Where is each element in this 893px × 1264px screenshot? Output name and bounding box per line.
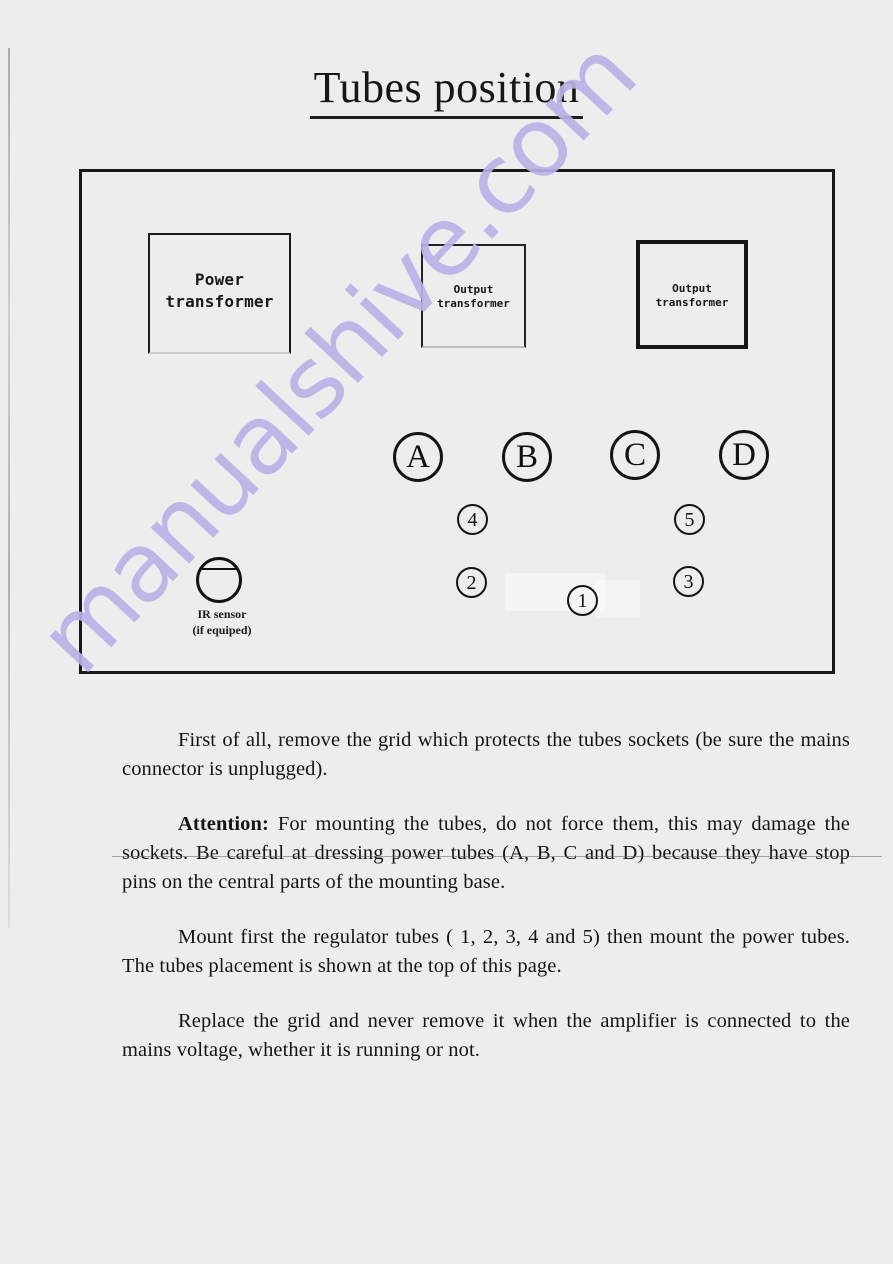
power-tube-d-label: D — [732, 436, 756, 473]
power-tube-a-label: A — [406, 438, 430, 475]
output-transformer-box-2: Output transformer — [636, 240, 748, 349]
power-tube-c-label: C — [623, 436, 646, 473]
instructions-body: First of all, remove the grid which prot… — [122, 726, 850, 1091]
paragraph-attention: Attention: For mounting the tubes, do no… — [122, 810, 850, 897]
page-title: Tubes position — [0, 62, 893, 119]
scan-strike-line — [112, 856, 882, 857]
power-tube-a: A — [393, 432, 443, 482]
regulator-tube-4-label: 4 — [467, 508, 478, 531]
output-transformer-label-2: Output transformer — [655, 281, 729, 309]
power-tube-d: D — [719, 430, 769, 480]
regulator-tube-2: 2 — [456, 567, 487, 598]
output-transformer-label-1: Output transformer — [437, 283, 510, 310]
regulator-tube-5: 5 — [674, 504, 705, 535]
regulator-tube-5-label: 5 — [684, 508, 695, 531]
scanned-page: Tubes position Power transformer Output … — [0, 0, 893, 1264]
regulator-tube-1-label: 1 — [577, 589, 588, 612]
paragraph-replace-grid: Replace the grid and never remove it whe… — [122, 1010, 850, 1061]
paragraph-mount-order: Mount first the regulator tubes ( 1, 2, … — [122, 926, 850, 977]
tubes-position-diagram: Power transformer Output transformer Out… — [79, 169, 835, 674]
regulator-tube-3: 3 — [673, 566, 704, 597]
regulator-tube-4: 4 — [457, 504, 488, 535]
power-transformer-box: Power transformer — [148, 233, 291, 354]
ir-sensor-label: IR sensor (if equiped) — [192, 607, 252, 637]
regulator-tube-1: 1 — [567, 585, 598, 616]
ir-sensor-circle — [196, 557, 242, 603]
attention-lead: Attention: — [178, 813, 269, 835]
power-tube-b: B — [502, 432, 552, 482]
regulator-tube-2-label: 2 — [466, 571, 477, 594]
page-title-text: Tubes position — [309, 62, 584, 119]
regulator-tube-3-label: 3 — [683, 570, 694, 593]
power-transformer-label: Power transformer — [165, 269, 274, 311]
ir-sensor-icon — [196, 557, 242, 603]
ir-sensor-bar — [200, 568, 238, 570]
scan-edge-line — [8, 48, 10, 928]
output-transformer-box-1: Output transformer — [421, 244, 526, 348]
power-tube-c: C — [610, 430, 660, 480]
paragraph-remove-grid: First of all, remove the grid which prot… — [122, 729, 850, 780]
power-tube-b-label: B — [515, 438, 538, 475]
